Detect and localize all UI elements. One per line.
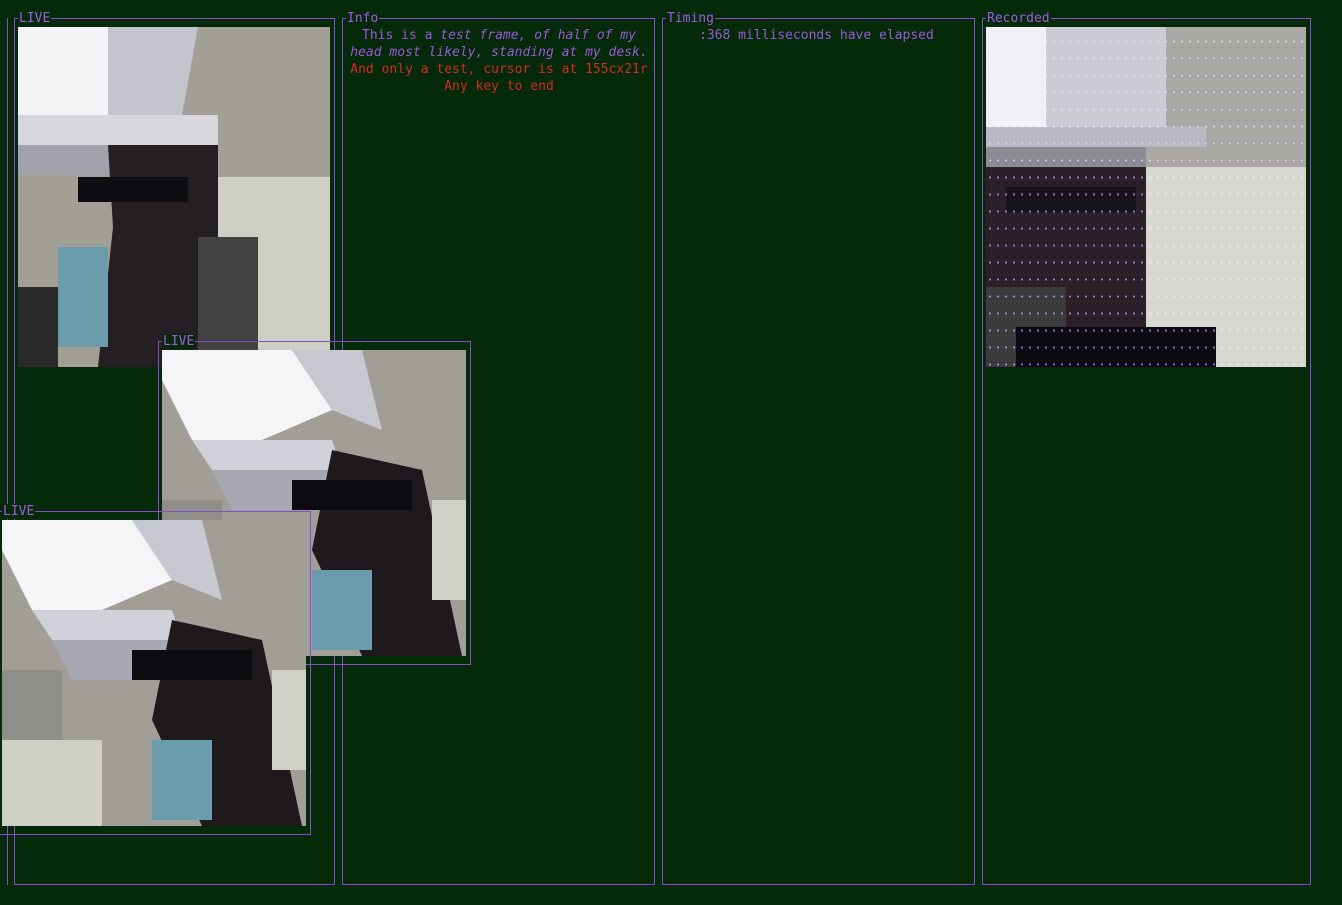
live-feed-3 <box>2 520 306 826</box>
timing-panel-title: Timing <box>666 11 715 26</box>
live-panel-2-title: LIVE <box>162 334 196 349</box>
live-feed-1 <box>18 27 330 367</box>
recorded-panel-title: Recorded <box>986 11 1051 26</box>
info-message: This is a test frame, of half of my head… <box>346 27 652 95</box>
info-line-2: head most likely, standing at my desk. <box>350 45 648 60</box>
live-panel-3-title: LIVE <box>2 504 36 519</box>
info-line-3: And only a test, cursor is at 155cx21r <box>350 62 648 77</box>
timing-panel: Timing :368 milliseconds have elapsed <box>662 11 975 885</box>
live-panel-1-title: LIVE <box>18 11 52 26</box>
info-line-1-italic: test frame, of half of my <box>440 28 636 43</box>
info-panel-title: Info <box>346 11 380 26</box>
info-line-1-plain: This is a <box>362 28 441 43</box>
recorded-feed <box>986 27 1306 367</box>
elapsed-time: :368 milliseconds have elapsed <box>699 28 934 43</box>
recorded-dot-overlay <box>986 27 1306 367</box>
info-line-4: Any key to end <box>444 79 554 94</box>
